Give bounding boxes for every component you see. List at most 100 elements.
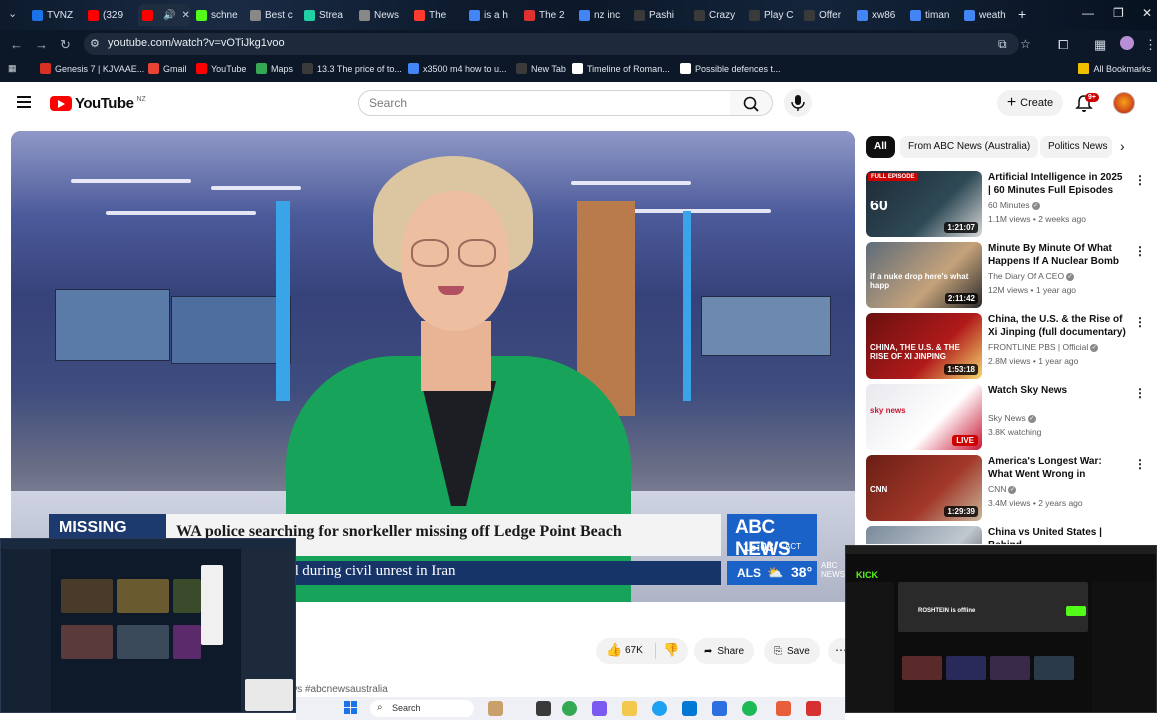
bookmark-item[interactable]: Gmail: [148, 63, 187, 74]
tab-audio-icon[interactable]: 🔊: [163, 10, 175, 21]
create-button[interactable]: + Create: [997, 90, 1063, 116]
app-icon[interactable]: [742, 701, 757, 716]
overlay-notification[interactable]: [245, 679, 293, 711]
profile-menu-icon[interactable]: ▦: [1094, 37, 1106, 53]
store-icon[interactable]: [712, 701, 727, 716]
video-tile[interactable]: [946, 656, 986, 680]
chip-politics-news[interactable]: Politics News: [1040, 136, 1112, 158]
chevron-right-icon[interactable]: ›: [1120, 138, 1125, 154]
all-bookmarks-button[interactable]: All Bookmarks: [1078, 63, 1151, 74]
share-button[interactable]: ➦ Share: [694, 638, 755, 664]
dislike-icon[interactable]: 👎: [663, 642, 679, 658]
browser-tab[interactable]: timan: [906, 4, 958, 26]
browser-tab[interactable]: Strea: [300, 4, 353, 26]
bookmark-item[interactable]: Maps: [256, 63, 293, 74]
game-tile[interactable]: [117, 625, 169, 659]
address-bar[interactable]: ⚙ youtube.com/watch?v=vOTiJkg1voo ⧉ ☆: [84, 33, 1031, 55]
channel-name-row[interactable]: 60 Minutes ✓: [988, 200, 1040, 210]
browser-tab[interactable]: The: [410, 4, 463, 26]
outlook-icon[interactable]: [682, 701, 697, 716]
video-options-icon[interactable]: ⋮: [1134, 386, 1146, 400]
save-button[interactable]: ⎘ Save: [764, 638, 820, 664]
recommended-video[interactable]: if a nuke drop here's what happ 2:11:42 Mi…: [866, 242, 1151, 308]
new-tab-button[interactable]: +: [1018, 6, 1026, 22]
bookmark-item[interactable]: Timeline of Roman...: [572, 63, 670, 74]
back-icon[interactable]: ←: [10, 37, 23, 52]
recommended-video[interactable]: China vs United States | Behind ...: [866, 526, 1151, 544]
video-title[interactable]: America's Longest War: What Went Wrong i…: [988, 455, 1126, 481]
search-button[interactable]: [730, 90, 773, 116]
bookmark-item[interactable]: x3500 m4 how to u...: [408, 63, 507, 74]
browser-tab[interactable]: is a h: [465, 4, 518, 26]
browser-tab[interactable]: xw86: [853, 4, 904, 26]
forward-icon[interactable]: →: [35, 37, 48, 52]
like-icon[interactable]: 👍: [606, 642, 622, 658]
chip-from-channel[interactable]: From ABC News (Australia): [900, 136, 1039, 158]
browser-tab[interactable]: schne: [192, 4, 244, 26]
recommended-video[interactable]: sky news LIVE Watch Sky News Sky News ✓ 3.8K …: [866, 384, 1151, 450]
browser-tab[interactable]: 🔊 ✕: [138, 4, 190, 26]
video-thumbnail[interactable]: sky news LIVE: [866, 384, 982, 450]
browser-tab[interactable]: News: [355, 4, 408, 26]
video-thumbnail[interactable]: 60 FULL EPISODE 1:21:07: [866, 171, 982, 237]
youtube-logo[interactable]: YouTube NZ: [50, 95, 146, 112]
follow-button[interactable]: [1066, 606, 1086, 616]
channel-name-row[interactable]: The Diary Of A CEO ✓: [988, 271, 1075, 281]
account-avatar[interactable]: [1113, 92, 1135, 114]
recommended-video[interactable]: 60 FULL EPISODE 1:21:07 Artificial Intellig…: [866, 171, 1151, 237]
browser-tab[interactable]: Pashi: [630, 4, 688, 26]
app-icon[interactable]: [776, 701, 791, 716]
bookmark-star-icon[interactable]: ☆: [1020, 37, 1031, 51]
video-thumbnail[interactable]: [866, 526, 982, 544]
recommended-video[interactable]: CNN 1:29:39 America's Longest War: What We…: [866, 455, 1151, 521]
game-tile[interactable]: [61, 579, 113, 613]
bookmark-item[interactable]: 13.3 The price of to...: [302, 63, 402, 74]
browser-tab[interactable]: Best c: [246, 4, 298, 26]
video-thumbnail[interactable]: CNN 1:29:39: [866, 455, 982, 521]
file-explorer-icon[interactable]: [622, 701, 637, 716]
voice-search-button[interactable]: [784, 89, 812, 117]
video-title[interactable]: Artificial Intelligence in 2025 | 60 Min…: [988, 171, 1126, 197]
channel-name-row[interactable]: FRONTLINE PBS | Official ✓: [988, 342, 1099, 352]
video-title[interactable]: China vs United States | Behind ...: [988, 526, 1126, 544]
profile-avatar[interactable]: [1120, 36, 1134, 50]
video-thumbnail[interactable]: if a nuke drop here's what happ 2:11:42: [866, 242, 982, 308]
video-options-icon[interactable]: ⋮: [1134, 244, 1146, 258]
bookmark-item[interactable]: New Tab: [516, 63, 566, 74]
channel-name-row[interactable]: Sky News ✓: [988, 413, 1036, 423]
video-tile[interactable]: [990, 656, 1030, 680]
game-tile[interactable]: [173, 579, 201, 613]
tab-search-dropdown-icon[interactable]: ⌄: [8, 7, 17, 20]
video-thumbnail[interactable]: CHINA, THE U.S. & THE RISE OF XI JINPING…: [866, 313, 982, 379]
kick-logo[interactable]: KICK: [856, 570, 878, 580]
channel-name-row[interactable]: CNN ✓: [988, 484, 1017, 494]
description-hashtag[interactable]: ws #abcnewsaustralia: [290, 684, 388, 695]
browser-tab[interactable]: weath: [960, 4, 1012, 26]
video-title[interactable]: Watch Sky News: [988, 384, 1126, 397]
taskbar-search[interactable]: ⌕ Search: [370, 700, 474, 717]
edge-icon[interactable]: [652, 701, 667, 716]
chrome-menu-icon[interactable]: ⋮: [1144, 37, 1157, 53]
minimize-icon[interactable]: —: [1082, 6, 1094, 20]
overlay-dropdown[interactable]: [201, 565, 223, 645]
extensions-icon[interactable]: ⧠: [1058, 37, 1068, 53]
like-count[interactable]: 67K: [625, 645, 643, 656]
close-window-icon[interactable]: ✕: [1142, 6, 1152, 20]
video-title[interactable]: Minute By Minute Of What Happens If A Nu…: [988, 242, 1126, 268]
video-tile[interactable]: [902, 656, 942, 680]
browser-tab[interactable]: Crazy: [690, 4, 743, 26]
weather-widget-icon[interactable]: [488, 701, 503, 716]
browser-tab[interactable]: Play C: [745, 4, 798, 26]
browser-tab[interactable]: Offer: [800, 4, 851, 26]
bookmark-item[interactable]: Genesis 7 | KJVAAE...: [40, 63, 144, 74]
browser-tab[interactable]: nz inc: [575, 4, 628, 26]
video-player[interactable]: MISSING WA police searching for snorkell…: [11, 131, 855, 602]
close-tab-icon[interactable]: ✕: [181, 10, 189, 21]
chip-all[interactable]: All: [866, 136, 895, 158]
recommended-video[interactable]: CHINA, THE U.S. & THE RISE OF XI JINPING…: [866, 313, 1151, 379]
casino-window-overlay[interactable]: [0, 538, 296, 713]
site-info-icon[interactable]: ⚙: [90, 37, 104, 51]
task-view-icon[interactable]: [536, 701, 551, 716]
copilot-icon[interactable]: [592, 701, 607, 716]
guide-menu-icon[interactable]: [17, 96, 31, 108]
